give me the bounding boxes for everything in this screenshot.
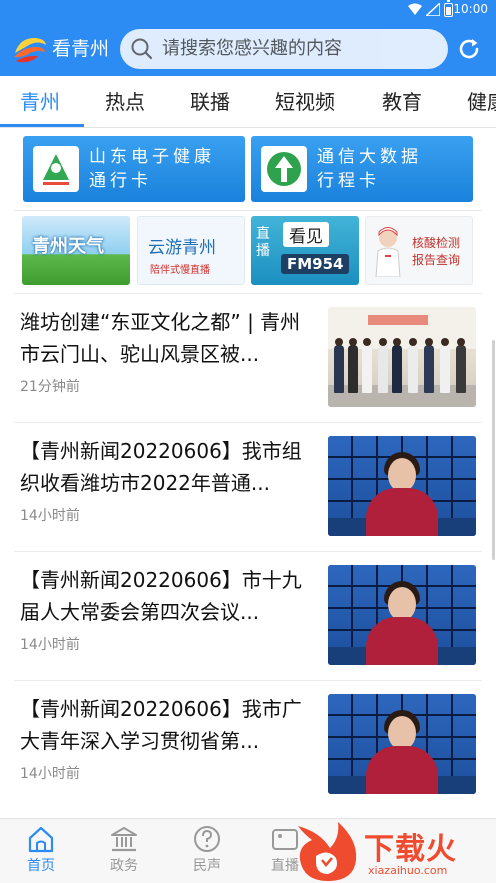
- app-logo-icon: [14, 37, 46, 63]
- news-time: 14小时前: [20, 637, 80, 653]
- scrollbar[interactable]: [492, 340, 495, 560]
- tile-label: 看见: [283, 222, 329, 247]
- tab-short-video[interactable]: 短视频: [275, 88, 335, 116]
- battery-icon: [444, 0, 453, 17]
- nurse-icon: [375, 227, 401, 277]
- watermark: 下载火 xiazaihuo.com: [290, 818, 496, 883]
- news-title: 【青州新闻20220606】市十九届人大常委会第四次会议...: [20, 568, 302, 624]
- news-title: 【青州新闻20220606】我市组织收看潍坊市2022年普通...: [20, 439, 302, 495]
- news-title: 【青州新闻20220606】我市广大青年深入学习贯彻省第...: [20, 697, 302, 753]
- news-thumbnail: [328, 565, 476, 665]
- health-code-banner[interactable]: 山东电子健康 通行卡: [23, 136, 245, 202]
- channel-tabs: 青州 热点 联播 短视频 教育 健康: [0, 76, 496, 128]
- news-item[interactable]: 【青州新闻20220606】我市组织收看潍坊市2022年普通... 14小时前: [14, 422, 482, 551]
- weather-tile[interactable]: 青州天气: [22, 216, 130, 285]
- news-thumbnail: [328, 436, 476, 536]
- tile-label: 核酸检测报告查询: [412, 236, 461, 267]
- status-bar: 10:00: [0, 0, 496, 20]
- news-time: 14小时前: [20, 766, 80, 782]
- trip-card-icon: [261, 146, 307, 192]
- nav-label: 民声: [193, 858, 221, 874]
- tile-label: 云游青州: [148, 238, 216, 258]
- divider: [14, 210, 482, 211]
- nav-label: 政务: [110, 858, 138, 874]
- active-tab-indicator: [0, 124, 84, 127]
- watermark-subtext: xiazaihuo.com: [368, 864, 448, 877]
- tab-broadcast[interactable]: 联播: [190, 88, 230, 116]
- app-brand-name: 看青州: [52, 38, 110, 60]
- news-thumbnail: [328, 307, 476, 407]
- news-time: 14小时前: [20, 508, 80, 524]
- search-placeholder: 请搜索您感兴趣的内容: [162, 38, 342, 59]
- tab-education[interactable]: 教育: [382, 88, 422, 116]
- wifi-icon: [408, 3, 422, 15]
- fm-radio-tile[interactable]: 直播 看见 FM954: [251, 216, 359, 285]
- banner-line1: 通信大数据: [317, 147, 422, 167]
- tile-sublabel: 陪伴式慢直播: [150, 265, 210, 276]
- refresh-icon[interactable]: [455, 35, 483, 63]
- cloud-tour-tile[interactable]: 云游青州 陪伴式慢直播: [137, 216, 245, 285]
- news-time: 21分钟前: [20, 379, 80, 395]
- nucleic-test-tile[interactable]: 核酸检测报告查询: [365, 216, 473, 285]
- government-icon: [111, 827, 137, 852]
- health-code-icon: [33, 146, 79, 192]
- tab-qingzhou[interactable]: 青州: [20, 88, 60, 116]
- tile-sublabel: FM954: [281, 254, 350, 274]
- watermark-text: 下载火: [364, 832, 457, 867]
- question-icon: [194, 826, 220, 852]
- tile-label: 青州天气: [32, 236, 104, 257]
- nav-government[interactable]: 政务: [94, 825, 154, 875]
- search-input[interactable]: 请搜索您感兴趣的内容: [120, 29, 448, 69]
- banner-line1: 山东电子健康: [89, 147, 215, 167]
- signal-icon: [426, 3, 440, 16]
- flame-logo-icon: [298, 822, 357, 882]
- nav-home[interactable]: 首页: [11, 825, 71, 875]
- news-thumbnail: [328, 694, 476, 794]
- tab-health[interactable]: 健康: [467, 88, 496, 116]
- nav-public-voice[interactable]: 民声: [177, 825, 237, 875]
- status-time: 10:00: [453, 2, 488, 16]
- home-icon: [28, 826, 54, 853]
- tile-live-label: 直播: [256, 226, 270, 259]
- banner-line2: 通行卡: [89, 171, 152, 191]
- nav-label: 首页: [27, 858, 55, 874]
- news-item[interactable]: 【青州新闻20220606】市十九届人大常委会第四次会议... 14小时前: [14, 551, 482, 680]
- tab-hot[interactable]: 热点: [105, 88, 145, 116]
- news-item[interactable]: 潍坊创建“东亚文化之都” | 青州市云门山、驼山风景区被... 21分钟前: [14, 293, 482, 422]
- news-title: 潍坊创建“东亚文化之都” | 青州市云门山、驼山风景区被...: [20, 310, 301, 366]
- search-icon: [131, 38, 153, 60]
- news-item[interactable]: 【青州新闻20220606】我市广大青年深入学习贯彻省第... 14小时前: [14, 680, 482, 809]
- banner-line2: 行程卡: [317, 171, 380, 191]
- top-bar: 10:00 看青州 请搜索您感兴趣的内容: [0, 0, 496, 76]
- trip-card-banner[interactable]: 通信大数据 行程卡: [251, 136, 473, 202]
